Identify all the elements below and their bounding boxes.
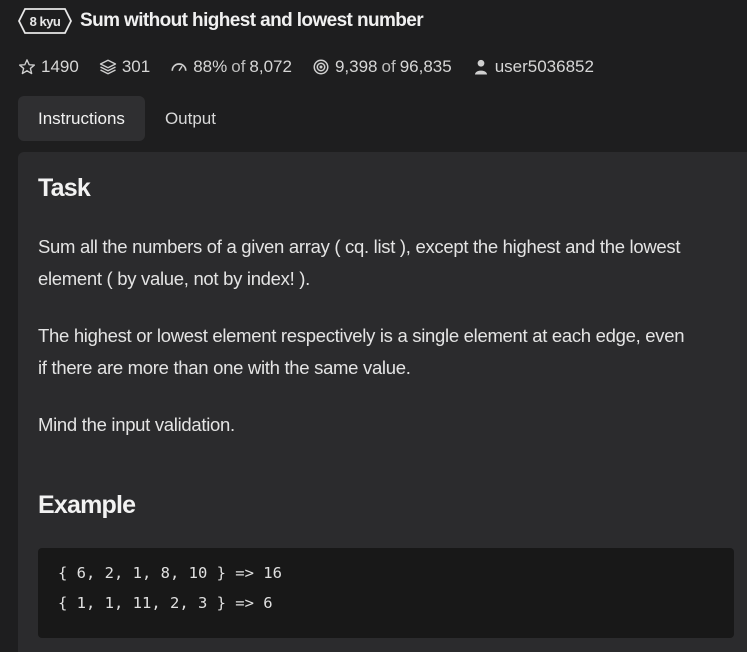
task-heading: Task xyxy=(38,174,91,202)
gauge-icon xyxy=(171,63,187,72)
kata-title: Sum without highest and lowest number xyxy=(80,10,424,31)
kata-stats: 1490 301 88% of 8,072 9,398 of 96,835 us… xyxy=(18,55,614,79)
completed-stat: 9,398 of 96,835 xyxy=(312,57,452,77)
description-paragraph-2-line-2: if there are more than one with the same… xyxy=(38,357,411,378)
collections-stat[interactable]: 301 xyxy=(99,57,150,77)
author-name[interactable]: user5036852 xyxy=(495,57,594,77)
example-code-block: { 6, 2, 1, 8, 10 } => 16 { 1, 1, 11, 2, … xyxy=(38,548,734,638)
tab-bar: Instructions Output xyxy=(18,96,236,141)
stars-count: 1490 xyxy=(41,57,79,76)
tab-output[interactable]: Output xyxy=(145,96,236,141)
rank-badge: 8 kyu xyxy=(18,8,72,34)
target-icon xyxy=(313,59,329,75)
user-icon xyxy=(474,59,487,75)
layers-icon xyxy=(99,59,117,75)
code-line: { 1, 1, 11, 2, 3 } => 6 xyxy=(58,594,273,612)
satisfaction-stat: 88% of 8,072 xyxy=(170,57,292,77)
kata-header: 8 kyu Sum without highest and lowest num… xyxy=(18,6,424,36)
satisfaction-percent: 88% xyxy=(193,57,228,76)
completed-count: 9,398 xyxy=(334,57,378,76)
satisfaction-of-label: of xyxy=(231,57,246,76)
code-line: { 6, 2, 1, 8, 10 } => 16 xyxy=(58,564,282,582)
instructions-panel: Task Sum all the numbers of a given arra… xyxy=(18,152,747,652)
star-icon xyxy=(18,59,36,75)
description-paragraph-1-line-1: Sum all the numbers of a given array ( c… xyxy=(38,236,681,257)
tab-instructions[interactable]: Instructions xyxy=(18,96,145,141)
description-paragraph-3: Mind the input validation. xyxy=(38,414,235,435)
completed-total: 96,835 xyxy=(399,57,452,76)
rank-label: 8 kyu xyxy=(29,13,61,29)
example-heading: Example xyxy=(38,491,136,519)
author-stat[interactable]: user5036852 xyxy=(472,57,594,77)
completed-of-label: of xyxy=(381,57,396,76)
collections-count: 301 xyxy=(121,57,151,76)
satisfaction-total: 8,072 xyxy=(249,57,292,76)
description-paragraph-1-line-2: element ( by value, not by index! ). xyxy=(38,268,310,289)
stars-stat[interactable]: 1490 xyxy=(18,57,79,77)
description-paragraph-2-line-1: The highest or lowest element respective… xyxy=(38,325,685,346)
